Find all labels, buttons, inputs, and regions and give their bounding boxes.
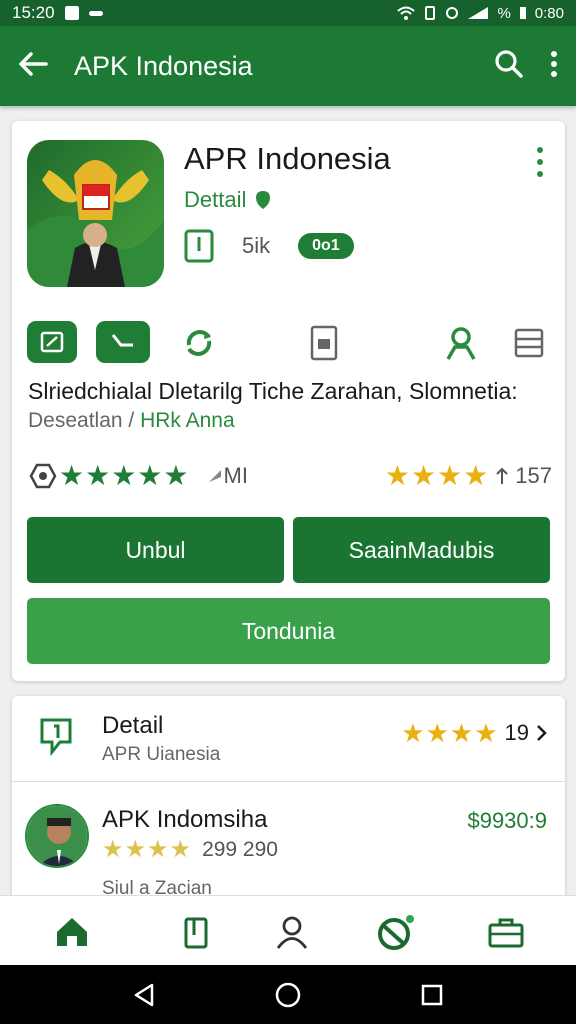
status-bar: 15:20 % 0:80 <box>0 0 576 26</box>
status-time: 15:20 <box>12 3 55 22</box>
download-icon <box>184 229 214 263</box>
detail-subtitle: APR Uianesia <box>102 744 221 765</box>
app-icon <box>27 140 164 287</box>
feature-file-button[interactable] <box>302 321 346 365</box>
arrow-left-icon <box>19 51 48 76</box>
list-icon <box>514 328 544 358</box>
item-stars: ★★★★ <box>102 836 193 863</box>
more-vert-icon <box>551 50 557 77</box>
page-title: APK Indonesia <box>74 50 253 81</box>
app-subtitle: Deseatlan / HRk Anna <box>28 409 235 433</box>
rating-row: ★★★★★ MI ★★★★ 157 <box>27 461 552 491</box>
alarm-icon <box>446 7 459 19</box>
more-button[interactable] <box>550 50 558 83</box>
rating-stars: ★★★★★ <box>59 460 190 491</box>
search-button[interactable] <box>494 49 524 84</box>
nav-bookmark[interactable] <box>176 914 216 950</box>
unbul-button[interactable]: Unbul <box>27 517 284 583</box>
detail-rating: ★★★★ 19 <box>401 720 547 746</box>
detail-count: 19 <box>504 720 529 745</box>
nav-block[interactable] <box>376 914 416 950</box>
circle-home-icon <box>275 982 301 1008</box>
user-icon <box>276 916 308 949</box>
detail-label: Dettail <box>184 187 247 212</box>
notification-dash-icon <box>88 10 103 16</box>
item-count: 299 290 <box>202 838 278 861</box>
subtitle-prefix: Deseatlan / <box>28 409 141 432</box>
search-icon <box>495 49 523 78</box>
square-recents-icon <box>421 984 443 1006</box>
status-clock: 0:80 <box>534 4 564 22</box>
system-back-button[interactable] <box>128 979 160 1011</box>
nav-profile[interactable] <box>272 914 312 950</box>
route-icon <box>111 334 133 347</box>
app-name: APR Indonesia <box>184 141 391 176</box>
wifi-icon <box>397 6 416 20</box>
nav-shop[interactable] <box>486 914 526 950</box>
garuda-emblem-icon <box>27 140 164 287</box>
saain-button[interactable]: SaainMadubis <box>293 517 550 583</box>
nav-home[interactable] <box>52 914 92 950</box>
detail-header[interactable]: Detail APR Uianesia ★★★★ 19 <box>12 696 565 782</box>
feature-icon-row <box>27 321 547 365</box>
person-icon <box>446 327 476 360</box>
detail-link[interactable]: Dettail <box>184 187 272 213</box>
system-recents-button[interactable] <box>416 979 448 1011</box>
map-pin-icon <box>40 718 72 757</box>
system-nav-bar <box>0 965 576 1024</box>
triangle-back-icon <box>134 983 154 1007</box>
share-icon <box>40 331 64 353</box>
app-description: Slriedchialal Dletarilg Tiche Zarahan, S… <box>28 378 518 404</box>
notification-icon <box>64 6 79 20</box>
person-avatar-icon <box>27 806 87 866</box>
rating-badge-icon <box>29 463 57 489</box>
refresh-icon <box>186 330 212 356</box>
rating-right-stars: ★★★★ <box>384 460 490 491</box>
detail-stars: ★★★★ <box>401 718 499 748</box>
bookmark-icon <box>184 917 208 949</box>
arrow-up-icon <box>496 467 508 484</box>
feature-refresh-button[interactable] <box>177 321 221 365</box>
verified-icon <box>256 191 271 209</box>
item-rating: ★★★★ 299 290 <box>102 838 278 862</box>
back-button[interactable] <box>18 51 48 82</box>
signal-icon <box>468 7 489 19</box>
rating-label: MI <box>223 463 248 488</box>
app-size: 5ik <box>242 233 271 258</box>
home-icon <box>57 918 87 946</box>
app-detail-card: APR Indonesia Dettail 5ik 0o1 Slriedchia… <box>12 121 565 681</box>
feature-route-button[interactable] <box>96 321 150 363</box>
card-menu-button[interactable] <box>537 147 543 177</box>
block-icon <box>378 915 414 950</box>
list-item[interactable]: APK Indomsiha $9930:9 ★★★★ 299 290 Siul … <box>12 782 565 906</box>
system-home-button[interactable] <box>272 979 304 1011</box>
detail-card: Detail APR Uianesia ★★★★ 19 APK Indomsih… <box>12 696 565 906</box>
subtitle-highlight: HRk Anna <box>140 409 235 432</box>
detail-title: Detail <box>102 712 164 739</box>
battery-text: % <box>497 4 511 22</box>
feature-share-button[interactable] <box>27 321 77 363</box>
feature-list-button[interactable] <box>507 321 551 365</box>
tondunia-button[interactable]: Tondunia <box>27 598 550 664</box>
app-bar: APK Indonesia <box>0 26 576 106</box>
item-price: $9930:9 <box>467 808 547 833</box>
tag-icon <box>208 470 221 482</box>
vibrate-icon <box>425 6 436 20</box>
item-title: APK Indomsiha <box>102 806 268 833</box>
briefcase-icon <box>488 918 524 948</box>
feature-profile-button[interactable] <box>439 321 483 365</box>
battery-icon <box>519 7 526 19</box>
version-badge: 0o1 <box>298 233 354 259</box>
app-meta-row: 5ik 0o1 <box>184 229 354 263</box>
chevron-right-icon <box>537 725 547 741</box>
rating-count: 157 <box>515 463 552 488</box>
bottom-nav <box>0 895 576 965</box>
avatar <box>25 804 89 868</box>
file-icon <box>310 325 338 361</box>
